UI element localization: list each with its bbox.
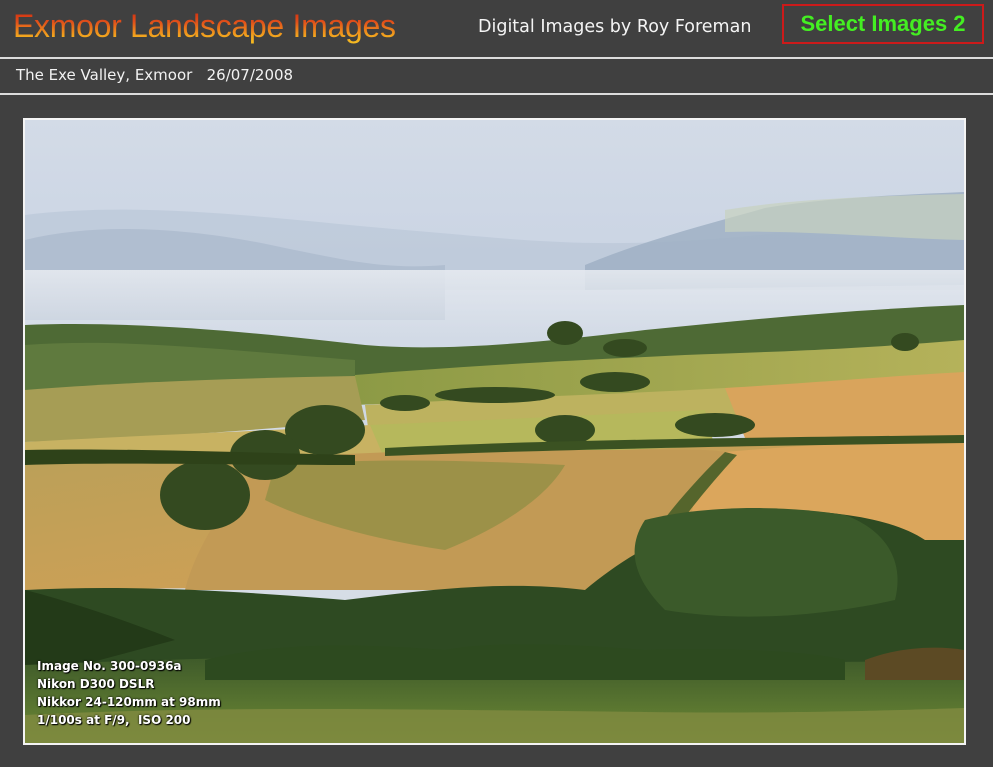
caption-divider	[0, 93, 993, 95]
exif-details: Image No. 300-0936a Nikon D300 DSLR Nikk…	[37, 657, 221, 729]
exif-camera: Nikon D300 DSLR	[37, 677, 155, 691]
select-images-button[interactable]: Select Images 2	[782, 4, 984, 44]
exif-lens: Nikkor 24-120mm at 98mm	[37, 695, 221, 709]
landscape-photo-image	[25, 120, 964, 743]
landscape-photo[interactable]: Image No. 300-0936a Nikon D300 DSLR Nikk…	[23, 118, 966, 745]
site-title[interactable]: Exmoor Landscape Images	[13, 6, 396, 46]
header-divider	[0, 57, 993, 59]
photographer-byline: Digital Images by Roy Foreman	[478, 17, 752, 37]
exif-image-number: Image No. 300-0936a	[37, 659, 182, 673]
site-header: Exmoor Landscape Images Digital Images b…	[0, 0, 993, 57]
exif-exposure: 1/100s at F/9, ISO 200	[37, 713, 191, 727]
photo-caption: The Exe Valley, Exmoor 26/07/2008	[16, 64, 293, 86]
caption-location: The Exe Valley, Exmoor	[16, 66, 193, 84]
caption-date: 26/07/2008	[206, 66, 294, 84]
